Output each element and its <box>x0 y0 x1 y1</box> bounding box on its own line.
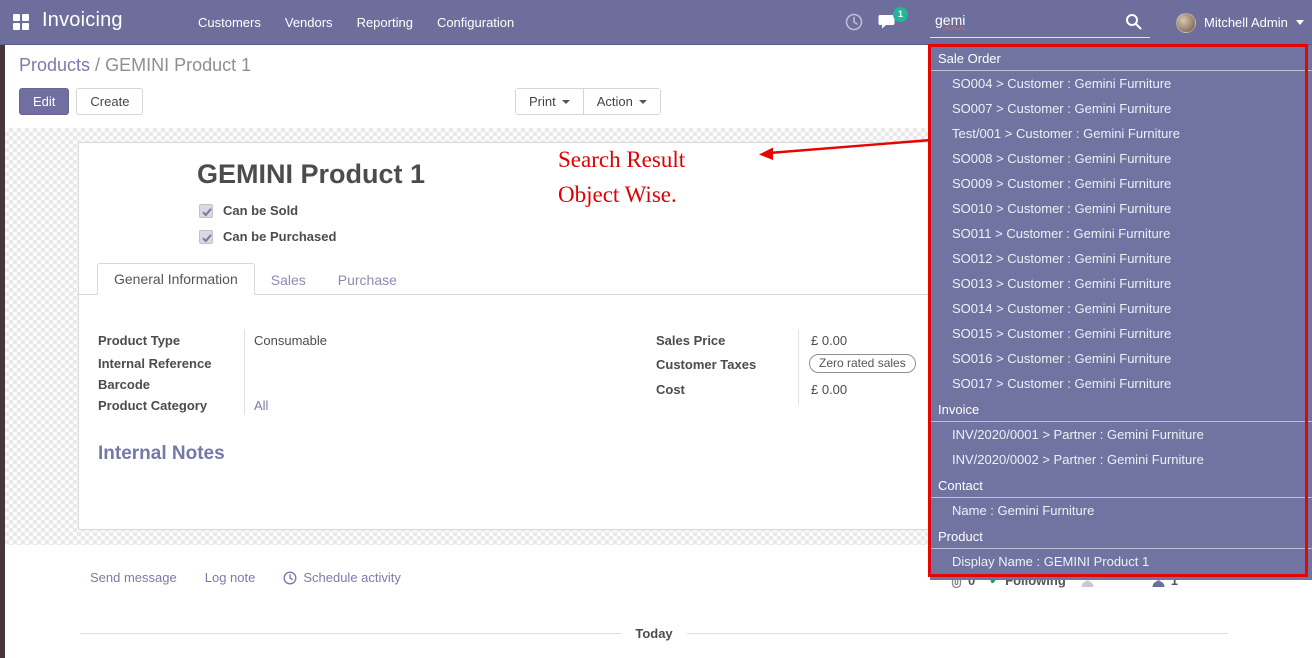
today-label: Today <box>635 626 672 641</box>
can-be-sold-checkbox[interactable] <box>199 204 213 218</box>
log-note-button[interactable]: Log note <box>205 570 256 585</box>
print-button[interactable]: Print <box>516 89 583 114</box>
product-title: GEMINI Product 1 <box>197 159 425 190</box>
search-result-item[interactable]: SO007 > Customer : Gemini Furniture <box>930 96 1312 121</box>
user-avatar <box>1176 13 1196 33</box>
field-column-separator <box>244 329 245 415</box>
apps-grid-square <box>13 14 20 21</box>
send-message-button[interactable]: Send message <box>90 570 177 585</box>
search-result-item[interactable]: SO015 > Customer : Gemini Furniture <box>930 321 1312 346</box>
sales-price-value: £ 0.00 <box>811 333 847 348</box>
breadcrumb: Products / GEMINI Product 1 <box>19 55 251 76</box>
search-result-item[interactable]: Name : Gemini Furniture <box>930 498 1312 523</box>
schedule-activity-button[interactable]: Schedule activity <box>283 570 401 585</box>
menu-reporting[interactable]: Reporting <box>345 15 425 30</box>
apps-grid-icon[interactable] <box>13 14 29 30</box>
group-header-product: Product <box>930 523 1312 549</box>
left-edge-strip <box>0 45 5 658</box>
app-title[interactable]: Invoicing <box>42 9 123 32</box>
search-result-item[interactable]: SO010 > Customer : Gemini Furniture <box>930 196 1312 221</box>
search-results-dropdown: Sale Order SO004 > Customer : Gemini Fur… <box>930 45 1312 580</box>
cost-value: £ 0.00 <box>811 382 847 397</box>
user-name: Mitchell Admin <box>1204 15 1288 30</box>
messages-count-badge: 1 <box>893 7 908 22</box>
can-be-purchased-label: Can be Purchased <box>223 229 336 244</box>
global-search-input[interactable]: gemi <box>930 8 1150 38</box>
internal-notes-heading: Internal Notes <box>98 443 225 465</box>
annotation-line-2: Object Wise. <box>558 177 685 212</box>
search-result-item[interactable]: SO004 > Customer : Gemini Furniture <box>930 71 1312 96</box>
search-result-item[interactable]: Test/001 > Customer : Gemini Furniture <box>930 121 1312 146</box>
can-be-sold-row: Can be Sold <box>199 203 298 218</box>
action-label: Action <box>597 94 633 109</box>
breadcrumb-separator: / <box>90 55 105 75</box>
record-buttons: Edit Create <box>19 88 143 115</box>
schedule-activity-label: Schedule activity <box>303 570 401 585</box>
search-result-item[interactable]: SO008 > Customer : Gemini Furniture <box>930 146 1312 171</box>
action-button[interactable]: Action <box>583 89 660 114</box>
product-type-value: Consumable <box>254 333 327 348</box>
menu-customers[interactable]: Customers <box>186 15 273 30</box>
user-menu[interactable]: Mitchell Admin <box>1176 0 1304 45</box>
group-header-contact: Contact <box>930 472 1312 498</box>
apps-grid-square <box>22 14 29 21</box>
today-divider: Today <box>80 626 1228 641</box>
breadcrumb-products-link[interactable]: Products <box>19 55 90 75</box>
create-button[interactable]: Create <box>76 88 143 115</box>
customer-taxes-tag[interactable]: Zero rated sales <box>809 354 916 373</box>
product-category-value-link[interactable]: All <box>254 398 268 413</box>
search-result-item[interactable]: SO013 > Customer : Gemini Furniture <box>930 271 1312 296</box>
search-icon[interactable] <box>1125 13 1142 35</box>
search-result-item[interactable]: SO017 > Customer : Gemini Furniture <box>930 371 1312 396</box>
search-result-item[interactable]: SO014 > Customer : Gemini Furniture <box>930 296 1312 321</box>
clock-icon <box>283 571 297 585</box>
search-result-item[interactable]: SO011 > Customer : Gemini Furniture <box>930 221 1312 246</box>
product-type-label: Product Type <box>98 333 180 348</box>
print-action-group: Print Action <box>515 88 661 115</box>
search-result-item[interactable]: INV/2020/0001 > Partner : Gemini Furnitu… <box>930 422 1312 447</box>
breadcrumb-current: GEMINI Product 1 <box>105 55 251 75</box>
search-result-item[interactable]: INV/2020/0002 > Partner : Gemini Furnitu… <box>930 447 1312 472</box>
product-category-label: Product Category <box>98 398 207 413</box>
search-result-item[interactable]: SO009 > Customer : Gemini Furniture <box>930 171 1312 196</box>
chevron-down-icon <box>1296 20 1304 25</box>
menu-configuration[interactable]: Configuration <box>425 15 526 30</box>
customer-taxes-pill-wrap: Zero rated sales <box>809 354 916 373</box>
can-be-purchased-checkbox[interactable] <box>199 230 213 244</box>
field-column-separator <box>798 329 799 405</box>
customer-taxes-label: Customer Taxes <box>656 357 756 372</box>
top-navbar: Invoicing Customers Vendors Reporting Co… <box>0 0 1312 45</box>
chevron-down-icon <box>562 100 570 104</box>
can-be-purchased-row: Can be Purchased <box>199 229 336 244</box>
annotation-text: Search Result Object Wise. <box>558 142 685 212</box>
menu-vendors[interactable]: Vendors <box>273 15 345 30</box>
edit-button[interactable]: Edit <box>19 88 69 115</box>
chatter-actions: Send message Log note Schedule activity <box>90 570 401 585</box>
divider-line <box>80 633 621 634</box>
print-label: Print <box>529 94 556 109</box>
sales-price-label: Sales Price <box>656 333 725 348</box>
activities-clock-icon[interactable] <box>845 13 863 36</box>
can-be-sold-label: Can be Sold <box>223 203 298 218</box>
cost-label: Cost <box>656 382 685 397</box>
internal-reference-label: Internal Reference <box>98 356 211 371</box>
tab-purchase[interactable]: Purchase <box>322 265 413 295</box>
search-result-item[interactable]: Display Name : GEMINI Product 1 <box>930 549 1312 574</box>
barcode-label: Barcode <box>98 377 150 392</box>
chevron-down-icon <box>639 100 647 104</box>
group-header-sale-order: Sale Order <box>930 45 1312 71</box>
tab-sales[interactable]: Sales <box>255 265 322 295</box>
apps-grid-square <box>22 23 29 30</box>
search-result-item[interactable]: SO016 > Customer : Gemini Furniture <box>930 346 1312 371</box>
divider-line <box>687 633 1228 634</box>
search-result-item[interactable]: SO012 > Customer : Gemini Furniture <box>930 246 1312 271</box>
main-menus: Customers Vendors Reporting Configuratio… <box>186 0 526 45</box>
tab-general-information[interactable]: General Information <box>97 263 255 295</box>
search-query-text: gemi <box>935 12 965 28</box>
group-header-invoice: Invoice <box>930 396 1312 422</box>
annotation-line-1: Search Result <box>558 142 685 177</box>
apps-grid-square <box>13 23 20 30</box>
